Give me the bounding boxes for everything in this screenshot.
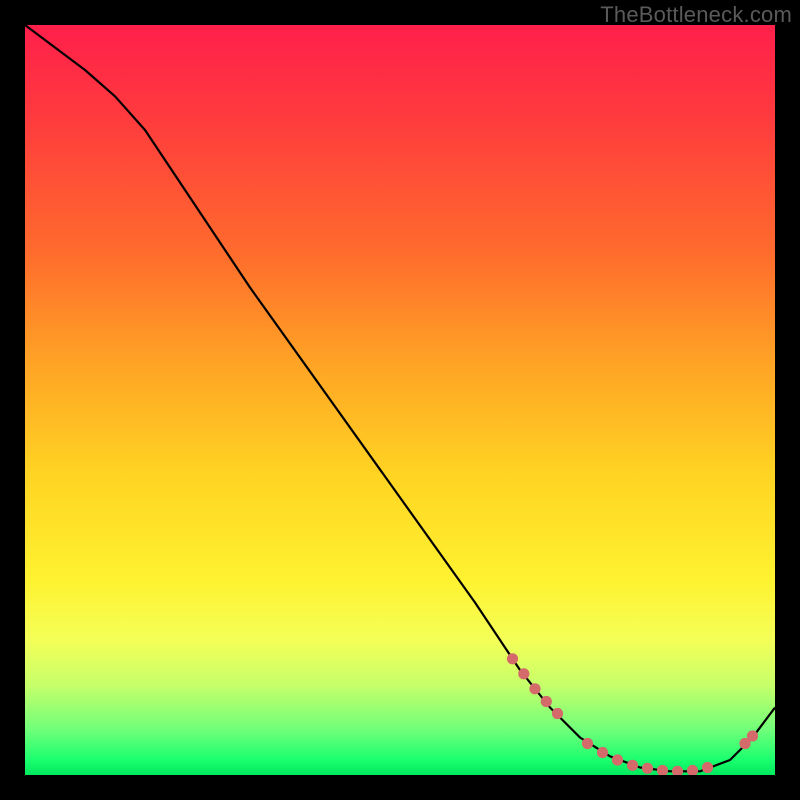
highlight-dot (627, 760, 638, 771)
highlight-dot (747, 730, 758, 741)
highlight-dot (687, 765, 698, 775)
watermark-text: TheBottleneck.com (600, 2, 792, 28)
highlight-dot (702, 762, 713, 773)
highlight-dot (657, 765, 668, 775)
highlight-dot (518, 668, 529, 679)
highlight-dot (529, 683, 540, 694)
highlight-dot (642, 763, 653, 774)
highlight-dot (597, 747, 608, 758)
curve-line (25, 25, 775, 771)
highlight-dots (507, 653, 758, 775)
highlight-dot (582, 738, 593, 749)
highlight-dot (612, 754, 623, 765)
chart-frame: TheBottleneck.com (0, 0, 800, 800)
plot-area (25, 25, 775, 775)
highlight-dot (507, 653, 518, 664)
highlight-dot (541, 696, 552, 707)
chart-overlay (25, 25, 775, 775)
highlight-dot (552, 708, 563, 719)
highlight-dot (672, 766, 683, 775)
